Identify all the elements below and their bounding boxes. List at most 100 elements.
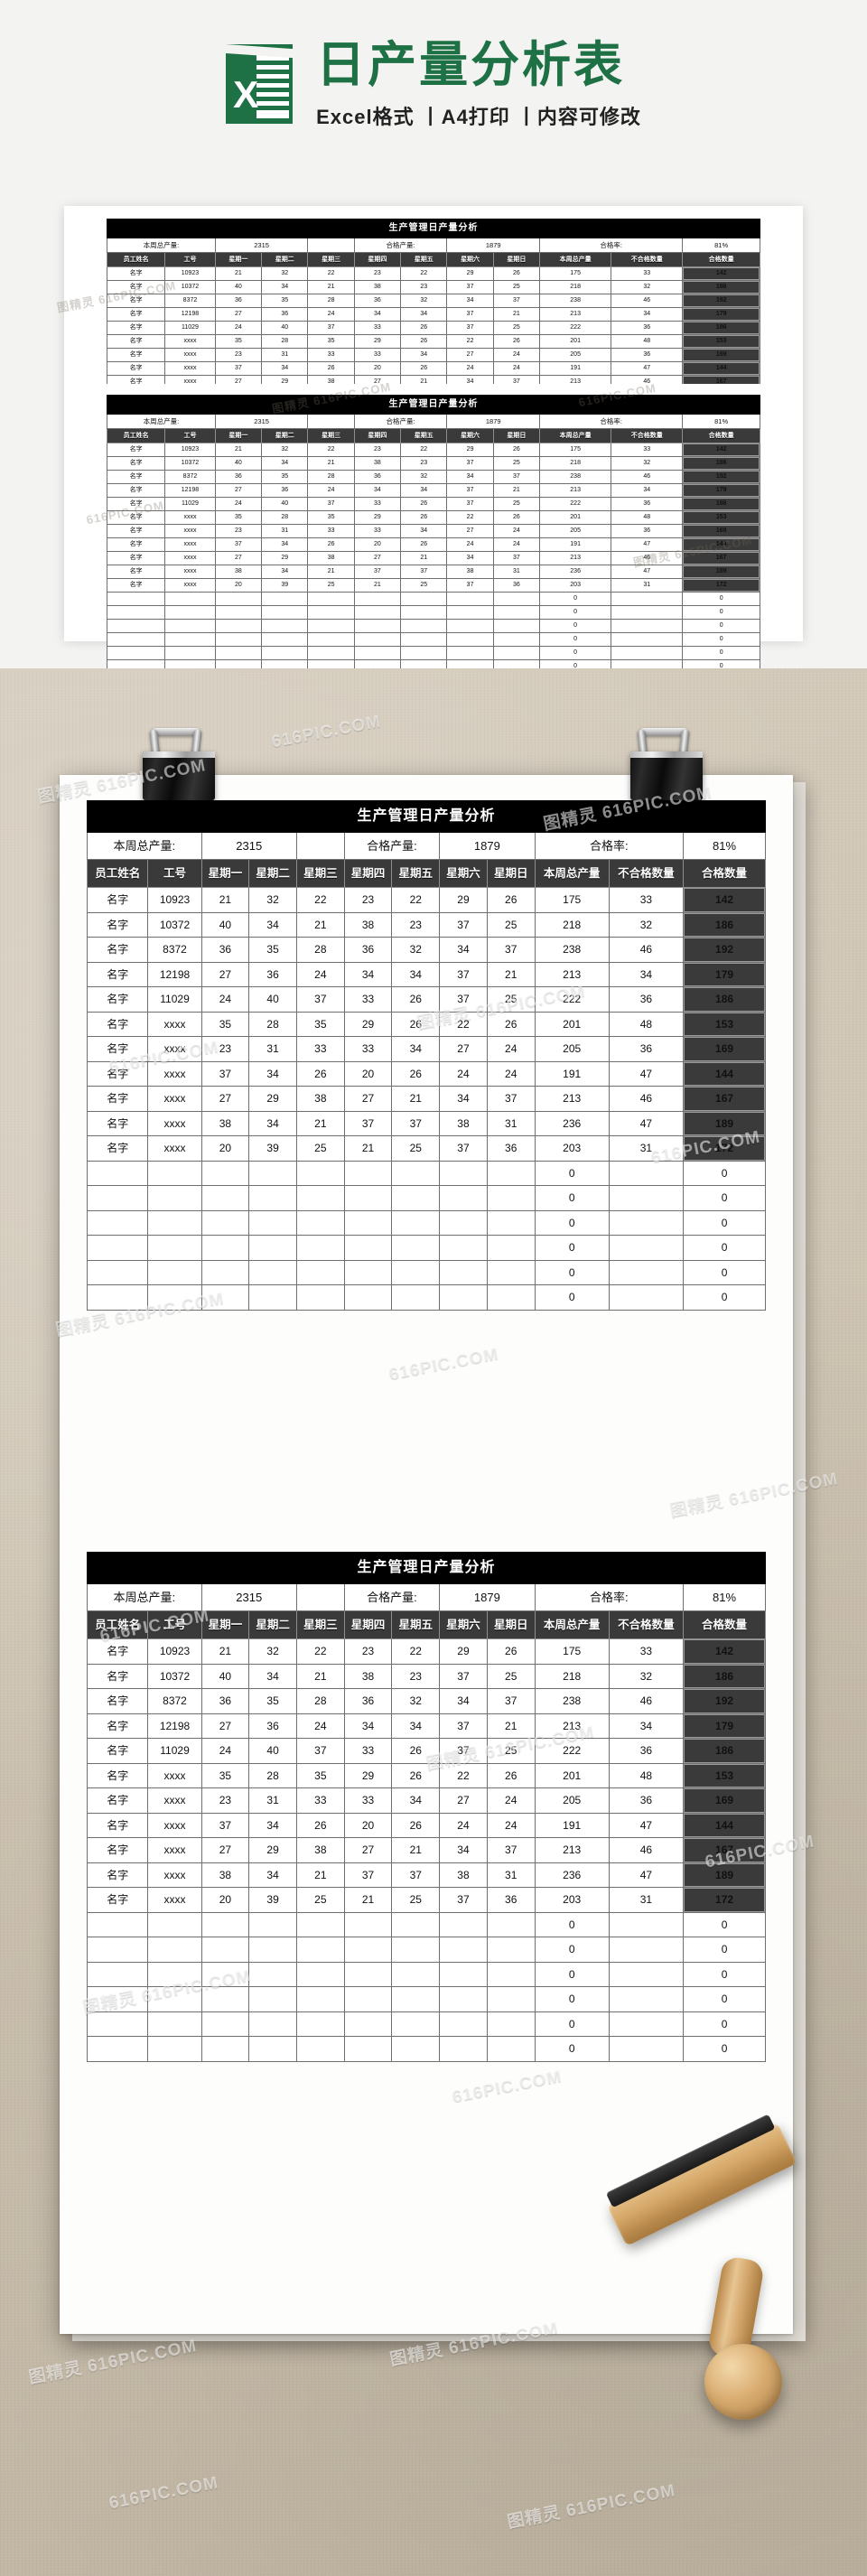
cell-0: 名字 <box>86 1837 149 1863</box>
table-row[interactable]: 名字xxxx3834213737383123647189 <box>106 565 760 579</box>
table-row[interactable]: 名字 11029 24 40 37 33 26 37 25 222 36 186 <box>106 497 760 511</box>
cell-2: 40 <box>200 1663 250 1689</box>
cell-1: 11029 <box>164 321 216 335</box>
table-row[interactable]: 名字 10372 40 34 21 38 23 37 25 218 32 186 <box>106 456 760 471</box>
table-row-blank[interactable]: 00 <box>86 1986 766 2012</box>
table-row-blank[interactable]: 00 <box>86 1937 766 1963</box>
table-row-blank[interactable]: 00 <box>106 646 760 660</box>
table-row[interactable]: 名字 xxxx 27 29 38 27 21 34 37 213 46 167 <box>106 551 760 565</box>
cell-10: 47 <box>608 1862 685 1888</box>
table-row[interactable]: 名字 xxxx 35 28 35 29 26 22 26 201 48 153 <box>106 510 760 525</box>
cell-pass-qty: 192 <box>683 1688 766 1714</box>
table-row[interactable]: 名字 xxxx 37 34 26 20 26 24 24 191 47 144 <box>106 361 760 376</box>
cell-5: 20 <box>353 537 402 552</box>
table-row[interactable]: 名字xxxx2039252125373620331172 <box>86 1135 766 1162</box>
table-row[interactable]: 名字 xxxx 37 34 26 20 26 24 24 191 47 144 <box>86 1812 766 1838</box>
table-row[interactable]: 名字 12198 27 36 24 34 34 37 21 213 34 179 <box>86 961 766 987</box>
table-row[interactable]: 名字 xxxx 27 29 38 27 21 34 37 213 46 167 <box>86 1837 766 1863</box>
table-row[interactable]: 名字 xxxx 37 34 26 20 26 24 24 191 47 144 <box>86 1060 766 1087</box>
table-row[interactable]: 名字 12198 27 36 24 34 34 37 21 213 34 179 <box>86 1713 766 1739</box>
cell-2: 40 <box>214 280 263 294</box>
table-row[interactable]: 名字 10372 40 34 21 38 23 37 25 218 32 186 <box>106 280 760 294</box>
flat-preview-section: X 日产量分析表 Excel格式 丨A4打印 丨内容可修改 生产管理日产量分析本… <box>0 0 867 668</box>
column-header-8: 星期日 <box>486 1610 536 1639</box>
summary-spacer <box>295 832 345 860</box>
table-row-blank[interactable]: 00 <box>86 1209 766 1236</box>
table-row[interactable]: 名字xxxx2039252125373620331172 <box>106 578 760 593</box>
cell-8 <box>486 2036 536 2062</box>
table-row-blank[interactable]: 00 <box>106 619 760 633</box>
table-row-blank[interactable]: 00 <box>86 1259 766 1285</box>
table-row[interactable]: 名字 xxxx 35 28 35 29 26 22 26 201 48 153 <box>86 1011 766 1037</box>
table-row-blank[interactable]: 00 <box>86 1961 766 1987</box>
table-row-blank[interactable]: 00 <box>106 659 760 668</box>
cell-pass-qty: 186 <box>682 280 760 294</box>
cell-6: 34 <box>400 524 448 538</box>
cell-9: 238 <box>539 294 612 308</box>
cell-10: 47 <box>611 537 684 552</box>
table-row[interactable]: 名字 10372 40 34 21 38 23 37 25 218 32 186 <box>86 911 766 938</box>
table-row-blank[interactable]: 00 <box>86 1235 766 1261</box>
cell-7 <box>439 1961 488 1987</box>
table-row[interactable]: 名字 10923 21 32 22 23 22 29 26 175 33 142 <box>86 887 766 913</box>
cell-2: 37 <box>200 1812 250 1838</box>
table-row[interactable]: 名字 8372 36 35 28 36 32 34 37 238 46 192 <box>86 1688 766 1714</box>
table-row-blank[interactable]: 00 <box>106 632 760 647</box>
table-row[interactable]: 名字 10923 21 32 22 23 22 29 26 175 33 142 <box>106 443 760 457</box>
table-row[interactable]: 名字xxxx2039252125373620331172 <box>86 1887 766 1913</box>
table-row[interactable]: 名字xxxx3834213737383123647189 <box>86 1110 766 1136</box>
table-row[interactable]: 名字 8372 36 35 28 36 32 34 37 238 46 192 <box>106 294 760 308</box>
cell-9: 213 <box>534 961 610 987</box>
table-row-blank[interactable]: 00 <box>106 605 760 620</box>
cell-7: 37 <box>439 986 488 1013</box>
cell-1 <box>164 646 216 660</box>
cell-7: 37 <box>446 321 494 335</box>
cell-9: 0 <box>534 2036 610 2062</box>
cell-pass-qty: 189 <box>683 1110 766 1136</box>
cell-5: 21 <box>343 1887 393 1913</box>
cell-8 <box>492 646 541 660</box>
table-row-blank[interactable]: 00 <box>86 1911 766 1937</box>
table-title-row: 生产管理日产量分析 <box>107 395 760 415</box>
table-row[interactable]: 名字 xxxx 35 28 35 29 26 22 26 201 48 153 <box>106 334 760 349</box>
table-row[interactable]: 名字 11029 24 40 37 33 26 37 25 222 36 186 <box>86 1738 766 1764</box>
cell-1: xxxx <box>164 348 216 362</box>
table-row[interactable]: 名字 12198 27 36 24 34 34 37 21 213 34 179 <box>106 307 760 322</box>
table-row[interactable]: 名字 11029 24 40 37 33 26 37 25 222 36 186 <box>86 986 766 1013</box>
table-row-blank[interactable]: 00 <box>86 1185 766 1211</box>
table-row-blank[interactable]: 00 <box>86 1160 766 1186</box>
cell-pass-qty: 153 <box>682 510 760 525</box>
table-row[interactable]: 名字 xxxx 35 28 35 29 26 22 26 201 48 153 <box>86 1762 766 1788</box>
column-header-11: 合格数量 <box>683 1610 766 1639</box>
cell-0: 名字 <box>106 348 166 362</box>
table-row-blank[interactable]: 00 <box>86 2036 766 2062</box>
cell-6: 26 <box>391 1762 441 1788</box>
cell-1: 12198 <box>147 961 202 987</box>
table-row[interactable]: 名字 xxxx 23 31 33 33 34 27 24 205 36 169 <box>86 1787 766 1814</box>
table-row[interactable]: 名字 xxxx 37 34 26 20 26 24 24 191 47 144 <box>106 537 760 552</box>
table-row[interactable]: 名字 11029 24 40 37 33 26 37 25 222 36 186 <box>106 321 760 335</box>
cell-2 <box>214 592 263 606</box>
cell-4: 26 <box>307 537 355 552</box>
table-row[interactable]: 名字 xxxx 27 29 38 27 21 34 37 213 46 167 <box>86 1086 766 1112</box>
table-row[interactable]: 名字xxxx3834213737383123647189 <box>86 1862 766 1888</box>
table-row-blank[interactable]: 00 <box>86 2011 766 2037</box>
cell-7 <box>446 619 494 633</box>
cell-8 <box>486 1284 536 1311</box>
table-row-blank[interactable]: 00 <box>86 1284 766 1311</box>
cell-2: 40 <box>200 911 250 938</box>
table-row-blank[interactable]: 00 <box>106 592 760 606</box>
cell-0 <box>86 1209 149 1236</box>
table-row[interactable]: 名字 12198 27 36 24 34 34 37 21 213 34 179 <box>106 483 760 498</box>
table-row[interactable]: 名字 xxxx 23 31 33 33 34 27 24 205 36 169 <box>86 1036 766 1062</box>
cell-1: 11029 <box>147 1738 202 1764</box>
table-row[interactable]: 名字 10372 40 34 21 38 23 37 25 218 32 186 <box>86 1663 766 1689</box>
column-header-9: 本周总产量 <box>539 428 612 443</box>
table-row[interactable]: 名字 10923 21 32 22 23 22 29 26 175 33 142 <box>86 1638 766 1665</box>
table-row[interactable]: 名字 8372 36 35 28 36 32 34 37 238 46 192 <box>106 470 760 484</box>
table-row[interactable]: 名字 8372 36 35 28 36 32 34 37 238 46 192 <box>86 937 766 963</box>
table-row[interactable]: 名字 xxxx 23 31 33 33 34 27 24 205 36 169 <box>106 348 760 362</box>
table-row[interactable]: 名字 10923 21 32 22 23 22 29 26 175 33 142 <box>106 266 760 281</box>
column-header-5: 星期四 <box>353 428 402 443</box>
table-row[interactable]: 名字 xxxx 23 31 33 33 34 27 24 205 36 169 <box>106 524 760 538</box>
